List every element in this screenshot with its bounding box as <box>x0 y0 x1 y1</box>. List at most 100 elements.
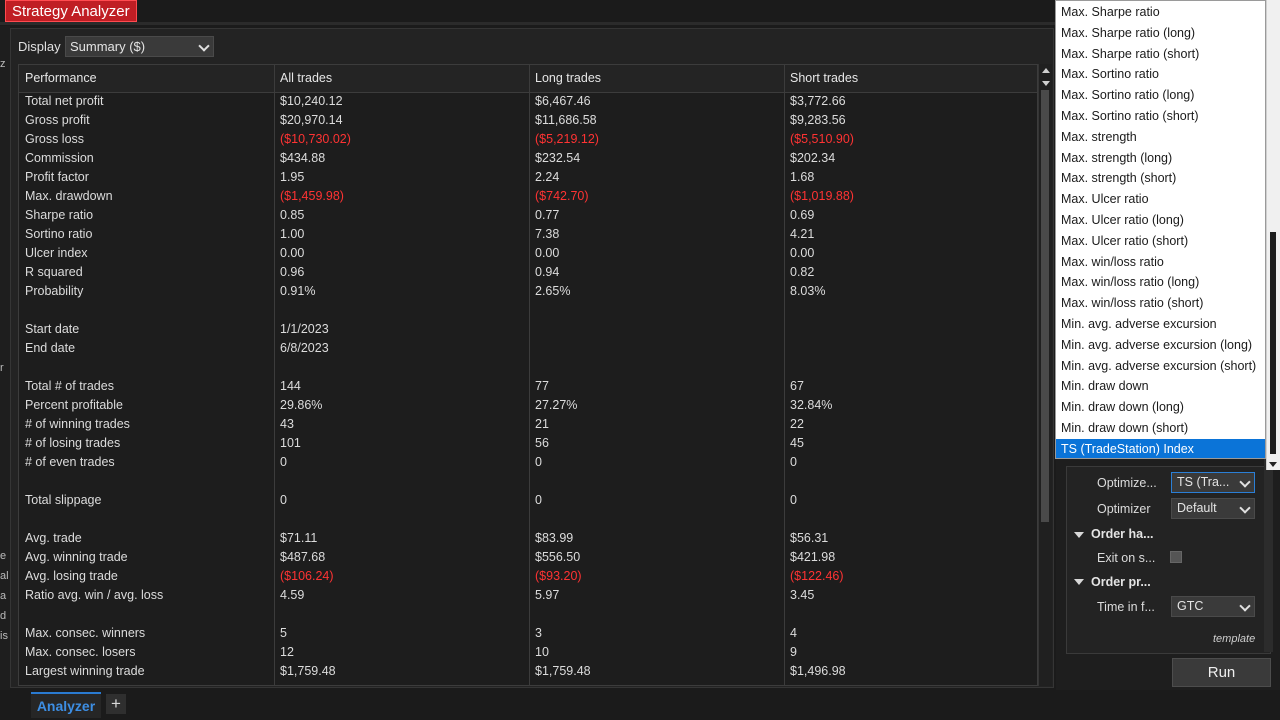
dropdown-option[interactable]: Min. draw down <box>1056 376 1265 397</box>
time-in-force-select[interactable]: GTC <box>1171 596 1255 617</box>
metric-value-short: 22 <box>790 417 804 431</box>
dropdown-option[interactable]: Max. Ulcer ratio (long) <box>1056 210 1265 231</box>
dropdown-option[interactable]: Max. win/loss ratio (short) <box>1056 293 1265 314</box>
dropdown-scrollbar[interactable] <box>1266 0 1280 470</box>
table-row[interactable]: # of even trades 0 0 0 <box>19 453 1037 472</box>
dropdown-option[interactable]: Max. win/loss ratio <box>1056 252 1265 273</box>
column-header-short-trades[interactable]: Short trades <box>784 65 1037 92</box>
template-link[interactable]: template <box>1213 633 1255 645</box>
exit-on-session-checkbox[interactable] <box>1170 551 1182 563</box>
dropdown-option[interactable]: Min. avg. adverse excursion (long) <box>1056 335 1265 356</box>
scroll-up-icon[interactable] <box>1042 68 1050 73</box>
metric-label: Largest winning trade <box>25 664 145 678</box>
dropdown-option[interactable]: Max. Ulcer ratio (short) <box>1056 231 1265 252</box>
table-row[interactable]: Gross loss ($10,730.02) ($5,219.12) ($5,510… <box>19 130 1037 149</box>
optimizer-select[interactable]: Default <box>1171 498 1255 519</box>
dropdown-option[interactable]: Max. Sortino ratio <box>1056 64 1265 85</box>
dropdown-option[interactable]: Min. draw down (long) <box>1056 397 1265 418</box>
dropdown-option[interactable]: Max. win/loss ratio (long) <box>1056 272 1265 293</box>
metric-value-all <box>274 472 529 491</box>
tab-analyzer[interactable]: Analyzer <box>31 692 101 718</box>
table-row[interactable]: Largest winning trade $1,759.48 $1,759.48 $… <box>19 662 1037 681</box>
table-row[interactable]: Total slippage 0 0 0 <box>19 491 1037 510</box>
dropdown-option[interactable]: Max. strength (short) <box>1056 168 1265 189</box>
column-header-all-trades[interactable]: All trades <box>274 65 529 92</box>
dropdown-option[interactable]: Max. Sharpe ratio <box>1056 2 1265 23</box>
column-header-long-trades[interactable]: Long trades <box>529 65 784 92</box>
metric-value-long: 5.97 <box>535 588 560 602</box>
dropdown-option[interactable]: Max. strength (long) <box>1056 148 1265 169</box>
table-row[interactable]: Avg. trade $71.11 $83.99 $56.31 <box>19 529 1037 548</box>
scrollbar-thumb[interactable] <box>1270 232 1276 454</box>
table-row[interactable]: Avg. losing trade ($106.24) ($93.20) ($122.… <box>19 567 1037 586</box>
table-row[interactable]: Sharpe ratio 0.85 0.77 0.69 <box>19 206 1037 225</box>
table-row[interactable] <box>19 510 1037 529</box>
table-row[interactable]: Ulcer index 0.00 0.00 0.00 <box>19 244 1037 263</box>
metric-value-short: $1,496.98 <box>790 664 846 678</box>
dropdown-option[interactable]: TS (TradeStation) Index <box>1056 438 1265 458</box>
table-row[interactable]: # of winning trades 43 21 22 <box>19 415 1037 434</box>
metric-value-long: 0 <box>535 455 542 469</box>
metric-label: # of even trades <box>25 455 115 469</box>
metric-value-short: 4.21 <box>790 227 815 241</box>
display-label: Display <box>18 39 61 54</box>
dropdown-option[interactable]: Min. avg. adverse excursion (short) <box>1056 356 1265 377</box>
table-row[interactable]: Total # of trades 144 77 67 <box>19 377 1037 396</box>
edge-glyph: is <box>0 630 8 642</box>
dropdown-option[interactable]: Max. Sharpe ratio (long) <box>1056 23 1265 44</box>
optimize-label: Optimize... <box>1097 476 1157 490</box>
dropdown-option[interactable]: Min. draw down (short) <box>1056 418 1265 439</box>
metric-value-all <box>274 510 529 529</box>
add-tab-button[interactable]: + <box>106 694 126 714</box>
table-row[interactable]: Start date 1/1/2023 <box>19 320 1037 339</box>
grid-scrollbar[interactable] <box>1038 64 1052 686</box>
metric-label: Total slippage <box>25 493 102 507</box>
time-in-force-select-value: GTC <box>1177 599 1204 613</box>
column-header-performance[interactable]: Performance <box>19 65 274 92</box>
metric-value-long <box>529 301 784 320</box>
table-row[interactable]: Gross profit $20,970.14 $11,686.58 $9,283.5… <box>19 111 1037 130</box>
table-row[interactable]: # of losing trades 101 56 45 <box>19 434 1037 453</box>
section-order-handling[interactable]: Order ha... <box>1091 527 1154 541</box>
display-select[interactable]: Summary ($) <box>65 36 214 57</box>
table-row[interactable]: Probability 0.91% 2.65% 8.03% <box>19 282 1037 301</box>
dropdown-option[interactable]: Max. strength <box>1056 127 1265 148</box>
table-row[interactable]: Ratio avg. win / avg. loss 4.59 5.97 3.45 <box>19 586 1037 605</box>
table-row[interactable]: Max. consec. winners 5 3 4 <box>19 624 1037 643</box>
dropdown-option[interactable]: Max. Sortino ratio (long) <box>1056 85 1265 106</box>
table-row[interactable]: Percent profitable 29.86% 27.27% 32.84% <box>19 396 1037 415</box>
edge-glyph: e <box>0 550 7 562</box>
metric-label: Max. consec. winners <box>25 626 146 640</box>
table-row[interactable] <box>19 301 1037 320</box>
metric-label: # of winning trades <box>25 417 130 431</box>
table-row[interactable]: Max. consec. losers 12 10 9 <box>19 643 1037 662</box>
table-row[interactable]: Avg. winning trade $487.68 $556.50 $421.98 <box>19 548 1037 567</box>
dropdown-option[interactable]: Max. Sharpe ratio (short) <box>1056 44 1265 65</box>
table-row[interactable]: Commission $434.88 $232.54 $202.34 <box>19 149 1037 168</box>
scrollbar-thumb[interactable] <box>1041 90 1049 522</box>
scroll-down-icon[interactable] <box>1042 81 1050 86</box>
table-row[interactable]: End date 6/8/2023 <box>19 339 1037 358</box>
table-row[interactable]: Profit factor 1.95 2.24 1.68 <box>19 168 1037 187</box>
run-button[interactable]: Run <box>1172 658 1271 687</box>
optimize-select[interactable]: TS (Tra... <box>1171 472 1255 493</box>
metric-value-long: ($5,219.12) <box>535 132 599 146</box>
table-row[interactable]: Sortino ratio 1.00 7.38 4.21 <box>19 225 1037 244</box>
display-select-value: Summary ($) <box>70 39 146 54</box>
section-order-properties[interactable]: Order pr... <box>1091 575 1151 589</box>
table-row[interactable] <box>19 358 1037 377</box>
scroll-down-icon[interactable] <box>1269 462 1277 467</box>
dropdown-option[interactable]: Max. Sortino ratio (short) <box>1056 106 1265 127</box>
table-row[interactable]: R squared 0.96 0.94 0.82 <box>19 263 1037 282</box>
metric-value-short: $56.31 <box>790 531 829 545</box>
table-row[interactable]: Total net profit $10,240.12 $6,467.46 $3,77… <box>19 92 1037 111</box>
table-row[interactable]: Max. drawdown ($1,459.98) ($742.70) ($1,019… <box>19 187 1037 206</box>
metric-value-long: $83.99 <box>535 531 574 545</box>
dropdown-option[interactable]: Max. Ulcer ratio <box>1056 189 1265 210</box>
collapse-triangle-icon[interactable] <box>1074 579 1084 585</box>
collapse-triangle-icon[interactable] <box>1074 532 1084 538</box>
table-row[interactable] <box>19 605 1037 624</box>
metric-value-long: $11,686.58 <box>535 113 597 127</box>
table-row[interactable] <box>19 472 1037 491</box>
dropdown-option[interactable]: Min. avg. adverse excursion <box>1056 314 1265 335</box>
